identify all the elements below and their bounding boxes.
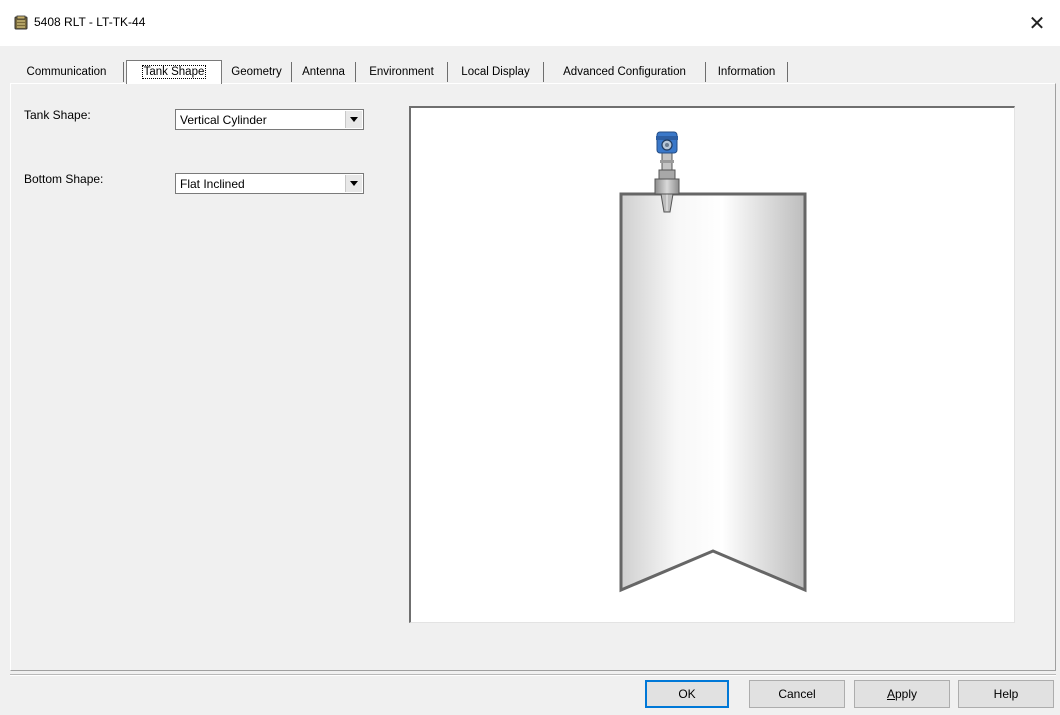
tab-label: Environment: [369, 66, 434, 78]
flange: [654, 178, 680, 195]
chevron-down-icon[interactable]: [345, 175, 362, 192]
chevron-down-icon[interactable]: [345, 111, 362, 128]
tank-app-icon: [14, 15, 28, 30]
tab-geometry[interactable]: Geometry: [222, 62, 292, 82]
footer-separator-highlight: [10, 675, 1056, 676]
bottom-shape-value: Flat Inclined: [180, 177, 245, 191]
tank-illustration: [619, 131, 807, 593]
tank-preview: [409, 106, 1015, 623]
dialog-window: 5408 RLT - LT-TK-44 ✕ Communication Tank…: [0, 0, 1060, 715]
window-title: 5408 RLT - LT-TK-44: [34, 15, 146, 29]
tab-label: Antenna: [302, 66, 345, 78]
close-icon[interactable]: ✕: [1014, 0, 1060, 46]
tab-label: Tank Shape: [141, 65, 207, 79]
tab-advanced-configuration[interactable]: Advanced Configuration: [544, 62, 706, 82]
tab-communication[interactable]: Communication: [10, 62, 124, 82]
apply-button[interactable]: Apply: [854, 680, 950, 708]
tank-shape-label: Tank Shape:: [24, 108, 91, 122]
bottom-shape-label: Bottom Shape:: [24, 172, 104, 186]
tab-environment[interactable]: Environment: [356, 62, 448, 82]
ok-button[interactable]: OK: [645, 680, 729, 708]
tab-label: Advanced Configuration: [563, 66, 686, 78]
tab-information[interactable]: Information: [706, 62, 788, 82]
tab-label: Communication: [26, 66, 107, 78]
tab-antenna[interactable]: Antenna: [292, 62, 356, 82]
tab-label: Local Display: [461, 66, 530, 78]
tab-label: Geometry: [231, 66, 282, 78]
tank-shape-value: Vertical Cylinder: [180, 113, 267, 127]
tab-local-display[interactable]: Local Display: [448, 62, 544, 82]
help-button[interactable]: Help: [958, 680, 1054, 708]
tab-label: Information: [717, 66, 776, 78]
bottom-shape-select[interactable]: Flat Inclined: [175, 173, 364, 194]
cancel-button[interactable]: Cancel: [749, 680, 845, 708]
title-bar[interactable]: 5408 RLT - LT-TK-44 ✕: [0, 0, 1060, 46]
tank-body: [619, 192, 807, 593]
tab-tank-shape[interactable]: Tank Shape: [126, 60, 222, 84]
tank-shape-select[interactable]: Vertical Cylinder: [175, 109, 364, 130]
